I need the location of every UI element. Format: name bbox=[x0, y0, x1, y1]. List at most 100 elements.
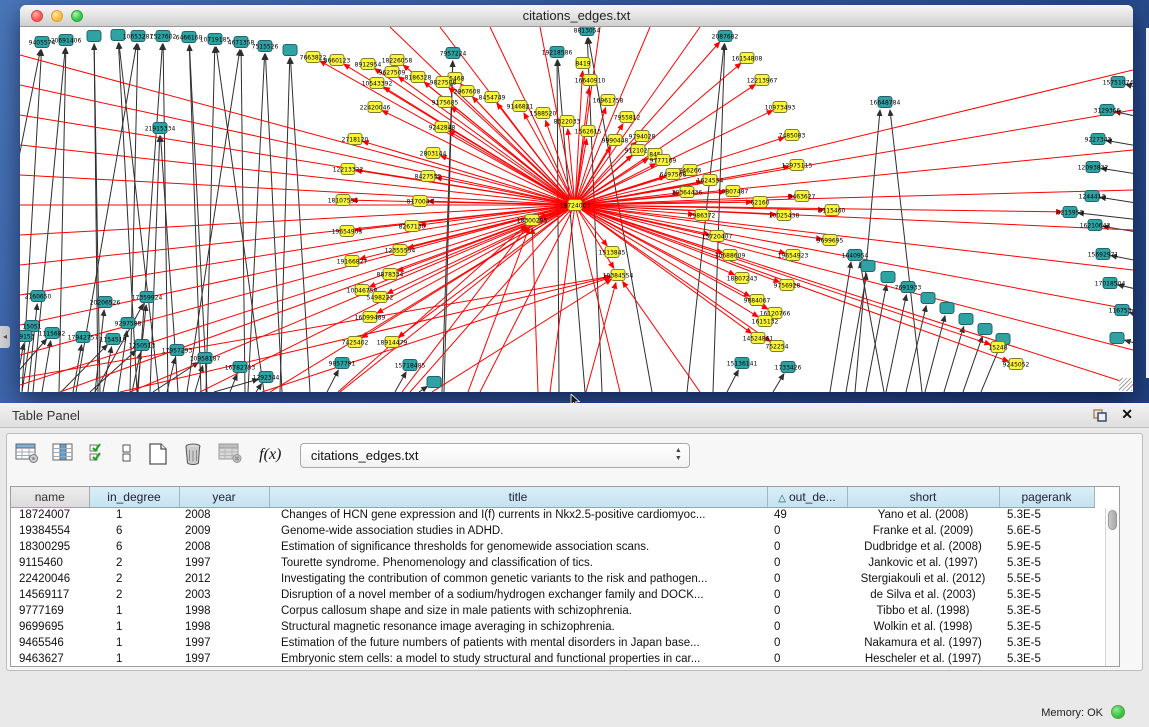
graph-node[interactable]: 19218586 bbox=[542, 47, 573, 58]
graph-node[interactable] bbox=[978, 324, 992, 335]
graph-node[interactable]: 7691933 bbox=[895, 282, 922, 293]
graph-node[interactable]: 15718485 bbox=[395, 360, 426, 371]
table-row[interactable]: 946554611997Estimation of the future num… bbox=[11, 635, 1094, 651]
table-select-dropdown[interactable]: citations_edges.txt ▲▼ bbox=[300, 443, 690, 468]
graph-node[interactable]: 9857791 bbox=[329, 358, 356, 369]
graph-node[interactable]: 12093832 bbox=[1078, 162, 1109, 173]
graph-node[interactable]: 16648784 bbox=[870, 97, 901, 108]
graph-node[interactable]: 2160650 bbox=[25, 291, 52, 302]
graph-node[interactable]: 15692971 bbox=[1088, 249, 1119, 260]
table-scrollbar-thumb[interactable] bbox=[1108, 510, 1117, 530]
graph-node[interactable]: 1640954 bbox=[842, 250, 869, 261]
graph-node[interactable] bbox=[283, 45, 297, 56]
graph-node[interactable]: 15751074 bbox=[1103, 77, 1133, 88]
graph-node[interactable] bbox=[87, 31, 101, 42]
graph-node[interactable]: 9297588 bbox=[115, 318, 142, 329]
column-header-title[interactable]: title bbox=[269, 487, 767, 507]
graph-node[interactable]: 8215953 bbox=[1057, 207, 1084, 218]
table-row[interactable]: 977716911998Corpus callosum shape and si… bbox=[11, 603, 1094, 619]
graph-node[interactable]: 10973493 bbox=[765, 102, 796, 113]
graph-node[interactable]: 15136141 bbox=[727, 358, 758, 369]
graph-node[interactable]: 16640910 bbox=[575, 75, 606, 86]
graph-node[interactable] bbox=[427, 377, 441, 388]
table-scrollbar[interactable] bbox=[1105, 508, 1119, 667]
window-titlebar[interactable]: citations_edges.txt bbox=[20, 5, 1133, 27]
graph-node[interactable]: 1244413 bbox=[1079, 191, 1106, 202]
table-row[interactable]: 1872400712008Changes of HCN gene express… bbox=[11, 507, 1094, 523]
table-row[interactable]: 1830029562008Estimation of significance … bbox=[11, 539, 1094, 555]
table-row[interactable]: 911546021997Tourette syndrome. Phenomeno… bbox=[11, 555, 1094, 571]
graph-node[interactable]: 19166827 bbox=[337, 256, 368, 267]
graph-node[interactable]: 17942757 bbox=[68, 332, 99, 343]
graph-node[interactable] bbox=[940, 303, 954, 314]
graph-node[interactable]: 9627509 bbox=[379, 67, 406, 78]
graph-node[interactable]: 12213322 bbox=[333, 164, 364, 175]
table-row[interactable]: 2242004622012Investigating the contribut… bbox=[11, 571, 1094, 587]
graph-node[interactable]: 16210643 bbox=[1080, 220, 1111, 231]
clear-row-selection-icon[interactable] bbox=[121, 442, 133, 464]
table-row[interactable]: 946362711997Embryonic stem cells: a mode… bbox=[11, 651, 1094, 667]
graph-node[interactable]: 9463627 bbox=[789, 191, 816, 202]
graph-node[interactable]: 20206526 bbox=[90, 297, 121, 308]
graph-node[interactable]: 8186328 bbox=[405, 72, 432, 83]
graph-node[interactable]: 7663822 bbox=[300, 52, 327, 63]
graph-node[interactable]: 18914479 bbox=[377, 337, 408, 348]
graph-node[interactable]: 17957293 bbox=[162, 345, 193, 356]
delete-table-icon[interactable] bbox=[182, 442, 204, 466]
graph-node[interactable]: 20691406 bbox=[51, 35, 82, 46]
graph-node[interactable]: 17359924 bbox=[132, 292, 163, 303]
graph-node[interactable]: 8419 bbox=[575, 58, 590, 69]
network-window[interactable]: citations_edges.txt 94055742069140610653… bbox=[20, 5, 1133, 392]
graph-node[interactable]: 1562615 bbox=[575, 126, 602, 137]
graph-node[interactable]: 10807487 bbox=[718, 186, 749, 197]
network-canvas[interactable]: 9405574206914061065328715276026466160107… bbox=[20, 27, 1133, 392]
table-settings-icon[interactable] bbox=[15, 442, 39, 464]
graph-node[interactable]: 16782753 bbox=[225, 362, 256, 373]
column-header-in_degree[interactable]: in_degree bbox=[89, 487, 179, 507]
column-header-out_de[interactable]: △out_de... bbox=[767, 487, 847, 507]
graph-node[interactable]: 1154519 bbox=[100, 334, 127, 345]
column-header-pagerank[interactable]: pagerank bbox=[999, 487, 1094, 507]
graph-node[interactable] bbox=[1110, 333, 1124, 344]
graph-node[interactable]: 8660123 bbox=[324, 55, 351, 66]
graph-node[interactable]: 8454749 bbox=[479, 92, 506, 103]
graph-node[interactable]: 10025438 bbox=[769, 210, 800, 221]
graph-node[interactable]: 2967608 bbox=[454, 86, 481, 97]
graph-node[interactable]: 16099489 bbox=[355, 312, 386, 323]
table-row[interactable]: 969969511998Structural magnetic resonanc… bbox=[11, 619, 1094, 635]
graph-node[interactable]: 18226058 bbox=[382, 55, 413, 66]
graph-node[interactable]: 1115682 bbox=[39, 328, 66, 339]
graph-node[interactable]: 14524861 bbox=[743, 333, 774, 344]
table-row[interactable]: 1938455462009Genome-wide association stu… bbox=[11, 523, 1094, 539]
graph-node[interactable]: 10719185 bbox=[200, 34, 231, 45]
graph-node[interactable]: 4671358 bbox=[228, 37, 255, 48]
graph-node[interactable]: 7957224 bbox=[440, 48, 467, 59]
new-table-icon[interactable] bbox=[147, 442, 169, 466]
column-header-year[interactable]: year bbox=[179, 487, 269, 507]
graph-node[interactable]: 9794028 bbox=[629, 131, 656, 142]
close-panel-icon[interactable]: ✕ bbox=[1121, 406, 1133, 423]
graph-node[interactable]: 2803144 bbox=[420, 148, 447, 159]
window-resize-grip[interactable] bbox=[1119, 378, 1132, 391]
graph-node[interactable]: 2718120 bbox=[342, 134, 369, 145]
graph-node[interactable]: 8427552 bbox=[415, 171, 442, 182]
graph-node[interactable]: 7425402 bbox=[342, 337, 369, 348]
select-all-rows-icon[interactable] bbox=[88, 442, 108, 464]
graph-node[interactable]: 1588520 bbox=[530, 108, 557, 119]
graph-node[interactable]: 6466160 bbox=[176, 32, 203, 43]
graph-node[interactable] bbox=[959, 314, 973, 325]
table-row[interactable]: 1456911722003Disruption of a novel membe… bbox=[11, 587, 1094, 603]
graph-node[interactable]: 15720407 bbox=[702, 231, 733, 242]
column-header-short[interactable]: short bbox=[847, 487, 999, 507]
graph-node[interactable]: 9884067 bbox=[744, 295, 771, 306]
column-header-name[interactable]: name bbox=[11, 487, 89, 507]
hidden-panel-handle[interactable]: ◂ bbox=[0, 326, 10, 348]
graph-node[interactable]: 10958187 bbox=[190, 353, 221, 364]
graph-node[interactable] bbox=[861, 261, 875, 272]
show-columns-icon[interactable] bbox=[52, 442, 74, 464]
graph-node[interactable]: 16961758 bbox=[593, 95, 624, 106]
float-window-icon[interactable] bbox=[1093, 409, 1107, 422]
graph-node[interactable]: 12975115 bbox=[782, 160, 813, 171]
graph-node[interactable]: 1624554 bbox=[697, 175, 724, 186]
graph-node[interactable]: 9175685 bbox=[432, 97, 459, 108]
